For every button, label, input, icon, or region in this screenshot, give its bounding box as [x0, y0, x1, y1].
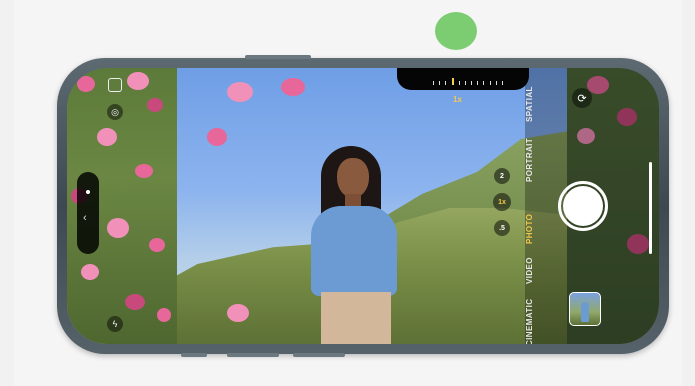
flower [77, 76, 95, 92]
aspect-square-icon[interactable] [108, 78, 122, 92]
bottom-side-button [181, 353, 207, 357]
person-skirt [321, 292, 391, 344]
zoom-tick [489, 81, 491, 85]
zoom-tick [464, 81, 466, 85]
stage: 1x ◎ ‹ ϟ 2 1x .5 SPATIAL PORTRAIT PHOTO … [0, 0, 695, 386]
zoom-tick [439, 81, 441, 85]
zoom-tick [458, 81, 460, 85]
chevron-left-icon: ‹ [83, 212, 87, 224]
flower [157, 308, 171, 322]
shutter-button-inner [563, 186, 603, 226]
flower [207, 128, 227, 146]
zoom-half-button[interactable]: .5 [494, 220, 510, 236]
zoom-tick [433, 81, 434, 85]
side-indicator-bar [649, 162, 652, 254]
flower [127, 72, 149, 90]
zoom-tick [501, 81, 503, 85]
last-photo-thumbnail[interactable] [569, 292, 601, 326]
flash-icon[interactable]: ϟ [107, 316, 123, 332]
flower [147, 98, 163, 112]
flower [281, 78, 305, 96]
mode-portrait[interactable]: PORTRAIT [525, 138, 534, 182]
iphone-frame: 1x ◎ ‹ ϟ 2 1x .5 SPATIAL PORTRAIT PHOTO … [57, 55, 669, 357]
subject-person [299, 146, 409, 344]
top-side-button [245, 55, 311, 59]
flower [97, 128, 117, 146]
side-panel-toggle[interactable]: ‹ [77, 172, 99, 254]
zoom-tick-current [451, 78, 454, 85]
volume-button-2 [293, 353, 345, 357]
mode-video[interactable]: VIDEO [525, 257, 534, 284]
indicator-dot [435, 12, 477, 50]
mode-cinematic[interactable]: CINEMATIC [525, 299, 534, 344]
zoom-tick [471, 81, 473, 85]
zoom-ruler[interactable] [433, 77, 503, 85]
mode-photo[interactable]: PHOTO [525, 214, 534, 244]
mode-spatial[interactable]: SPATIAL [525, 86, 534, 122]
flower [107, 218, 129, 238]
person-sweater [311, 206, 397, 296]
zoom-tick [477, 81, 479, 85]
volume-button [227, 353, 279, 357]
zoom-tick [495, 81, 497, 85]
zoom-2x-button[interactable]: 2 [494, 168, 510, 184]
flower [227, 304, 249, 322]
zoom-level-label: 1x [453, 95, 462, 104]
flower [149, 238, 165, 252]
camera-flip-icon[interactable]: ⟳ [572, 88, 592, 108]
flower [81, 264, 99, 280]
zoom-tick [445, 81, 447, 85]
mode-selector[interactable]: SPATIAL PORTRAIT PHOTO VIDEO CINEMATIC [525, 80, 549, 344]
flower [125, 294, 145, 310]
thumbnail-subject [581, 302, 589, 322]
flower [227, 82, 253, 102]
zoom-tick [483, 81, 485, 85]
pill-dot [86, 190, 90, 194]
zoom-1x-button[interactable]: 1x [493, 193, 511, 211]
flower [135, 164, 153, 178]
person-face [337, 158, 369, 198]
camera-screen[interactable]: 1x ◎ ‹ ϟ 2 1x .5 SPATIAL PORTRAIT PHOTO … [67, 68, 659, 344]
live-photo-icon[interactable]: ◎ [107, 104, 123, 120]
shutter-button[interactable] [558, 181, 608, 231]
